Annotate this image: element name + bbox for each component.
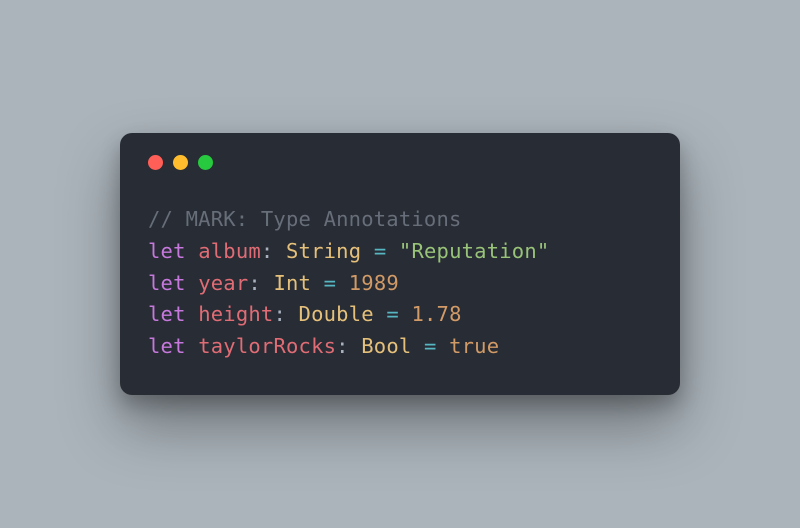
- code-equals: =: [386, 302, 399, 326]
- code-identifier: album: [198, 239, 261, 263]
- editor-window: // MARK: Type Annotations let album: Str…: [120, 133, 680, 395]
- code-equals: =: [374, 239, 387, 263]
- code-type: Double: [299, 302, 374, 326]
- code-comment: // MARK: Type Annotations: [148, 207, 462, 231]
- code-equals: =: [424, 334, 437, 358]
- code-keyword: let: [148, 334, 186, 358]
- code-identifier: taylorRocks: [198, 334, 336, 358]
- code-number: 1989: [349, 271, 399, 295]
- code-keyword: let: [148, 239, 186, 263]
- code-type: Int: [273, 271, 311, 295]
- zoom-icon[interactable]: [198, 155, 213, 170]
- code-identifier: year: [198, 271, 248, 295]
- code-keyword: let: [148, 271, 186, 295]
- code-string: "Reputation": [399, 239, 550, 263]
- code-bool: true: [449, 334, 499, 358]
- code-type: String: [286, 239, 361, 263]
- code-colon: :: [336, 334, 349, 358]
- minimize-icon[interactable]: [173, 155, 188, 170]
- code-colon: :: [248, 271, 261, 295]
- code-block: // MARK: Type Annotations let album: Str…: [148, 204, 652, 363]
- window-titlebar: [148, 155, 652, 170]
- code-equals: =: [324, 271, 337, 295]
- code-colon: :: [273, 302, 286, 326]
- code-colon: :: [261, 239, 274, 263]
- code-identifier: height: [198, 302, 273, 326]
- code-number: 1.78: [411, 302, 461, 326]
- close-icon[interactable]: [148, 155, 163, 170]
- code-type: Bool: [361, 334, 411, 358]
- code-keyword: let: [148, 302, 186, 326]
